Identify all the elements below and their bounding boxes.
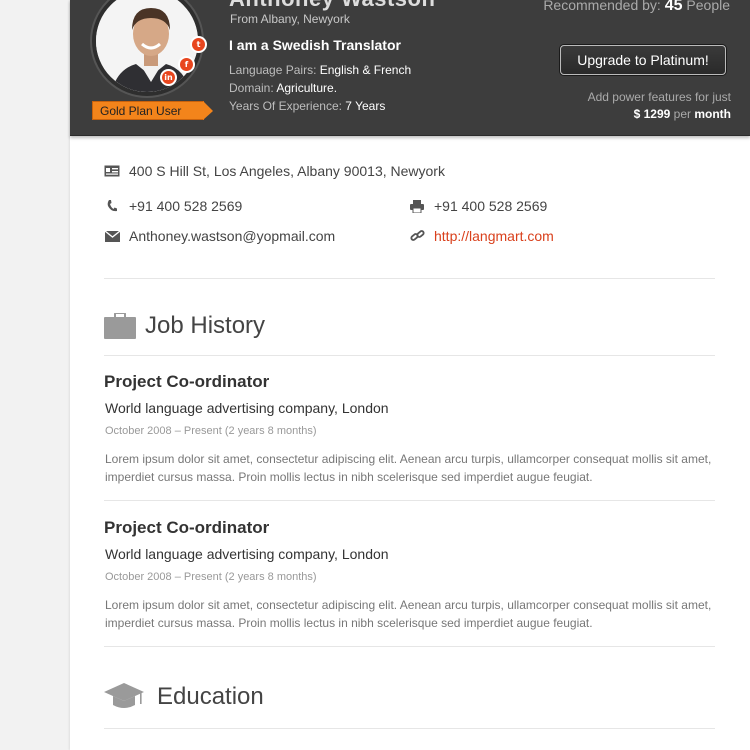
avatar[interactable]: [92, 0, 202, 96]
phone-text: +91 400 528 2569: [129, 198, 243, 214]
language-pairs-label: Language Pairs:: [229, 63, 317, 77]
job-description: Lorem ipsum dolor sit amet, consectetur …: [105, 452, 712, 484]
divider: [104, 500, 715, 501]
upgrade-button[interactable]: Upgrade to Platinum!: [560, 45, 726, 75]
address-card-icon: [104, 164, 120, 178]
price-per: per: [673, 107, 691, 121]
twitter-icon[interactable]: t: [190, 36, 207, 53]
job-title: Project Co-ordinator: [104, 372, 270, 391]
profile-tagline: I am a Swedish Translator: [229, 37, 401, 53]
contact-fax: +91 400 528 2569: [409, 198, 547, 214]
graduation-cap-icon: [104, 683, 144, 711]
website-link[interactable]: http://langmart.com: [434, 228, 554, 244]
plan-badge: Gold Plan User: [92, 101, 213, 120]
contact-email: Anthoney.wastson@yopmail.com: [104, 228, 335, 244]
recommended-count: Recommended by: 45 People: [543, 0, 730, 15]
fax-text: +91 400 528 2569: [434, 198, 548, 214]
email-text[interactable]: Anthoney.wastson@yopmail.com: [129, 228, 335, 244]
profile-name: Anthoney Wastson: [229, 0, 435, 12]
recommended-label: Recommended by:: [543, 0, 661, 13]
divider: [104, 355, 715, 356]
divider: [104, 278, 715, 279]
language-pairs: Language Pairs: English & French: [229, 63, 411, 77]
address-text: 400 S Hill St, Los Angeles, Albany 90013…: [129, 163, 445, 179]
facebook-icon[interactable]: f: [178, 56, 195, 73]
pricing-line: $ 1299 per month: [588, 106, 731, 123]
mail-icon: [104, 229, 120, 243]
domain: Domain: Agriculture.: [229, 81, 337, 95]
education-heading: Education: [104, 683, 264, 711]
contact-website: http://langmart.com: [409, 228, 554, 244]
job-history-heading: Job History: [104, 312, 265, 340]
phone-icon: [104, 199, 120, 213]
domain-value: Agriculture.: [276, 81, 338, 95]
profile-header: t f in Gold Plan User Anthoney Wastson F…: [70, 0, 750, 136]
price-period: month: [694, 107, 731, 121]
avatar-photo: [96, 0, 198, 92]
domain-label: Domain:: [229, 81, 274, 95]
job-title: Project Co-ordinator: [104, 518, 270, 537]
linkedin-icon[interactable]: in: [160, 69, 177, 86]
link-icon: [409, 229, 425, 243]
recommended-suffix: People: [686, 0, 730, 13]
divider: [104, 646, 715, 647]
experience-label: Years Of Experience:: [229, 99, 342, 113]
language-pairs-value: English & French: [319, 63, 412, 77]
job-entry: Project Co-ordinator World language adve…: [104, 518, 715, 632]
contact-phone: +91 400 528 2569: [104, 198, 242, 214]
job-period: October 2008 – Present (2 years 8 months…: [105, 425, 317, 437]
divider: [104, 728, 715, 729]
pricing-note: Add power features for just $ 1299 per m…: [588, 89, 731, 123]
profile-location: From Albany, Newyork: [230, 12, 350, 26]
recommended-number: 45: [664, 0, 683, 14]
profile-page: t f in Gold Plan User Anthoney Wastson F…: [70, 0, 750, 750]
job-company: World language advertising company, Lond…: [105, 400, 389, 416]
job-period: October 2008 – Present (2 years 8 months…: [105, 571, 317, 583]
job-company: World language advertising company, Lond…: [105, 546, 389, 562]
price: $ 1299: [633, 107, 671, 121]
experience: Years Of Experience: 7 Years: [229, 99, 385, 113]
briefcase-icon: [104, 313, 136, 339]
pricing-text: Add power features for just: [587, 90, 731, 104]
job-entry: Project Co-ordinator World language adve…: [104, 372, 715, 486]
experience-value: 7 Years: [345, 99, 386, 113]
education-title: Education: [157, 683, 264, 710]
job-history-title: Job History: [145, 312, 266, 339]
job-description: Lorem ipsum dolor sit amet, consectetur …: [105, 598, 712, 630]
contact-address: 400 S Hill St, Los Angeles, Albany 90013…: [104, 163, 445, 179]
fax-printer-icon: [409, 199, 425, 213]
